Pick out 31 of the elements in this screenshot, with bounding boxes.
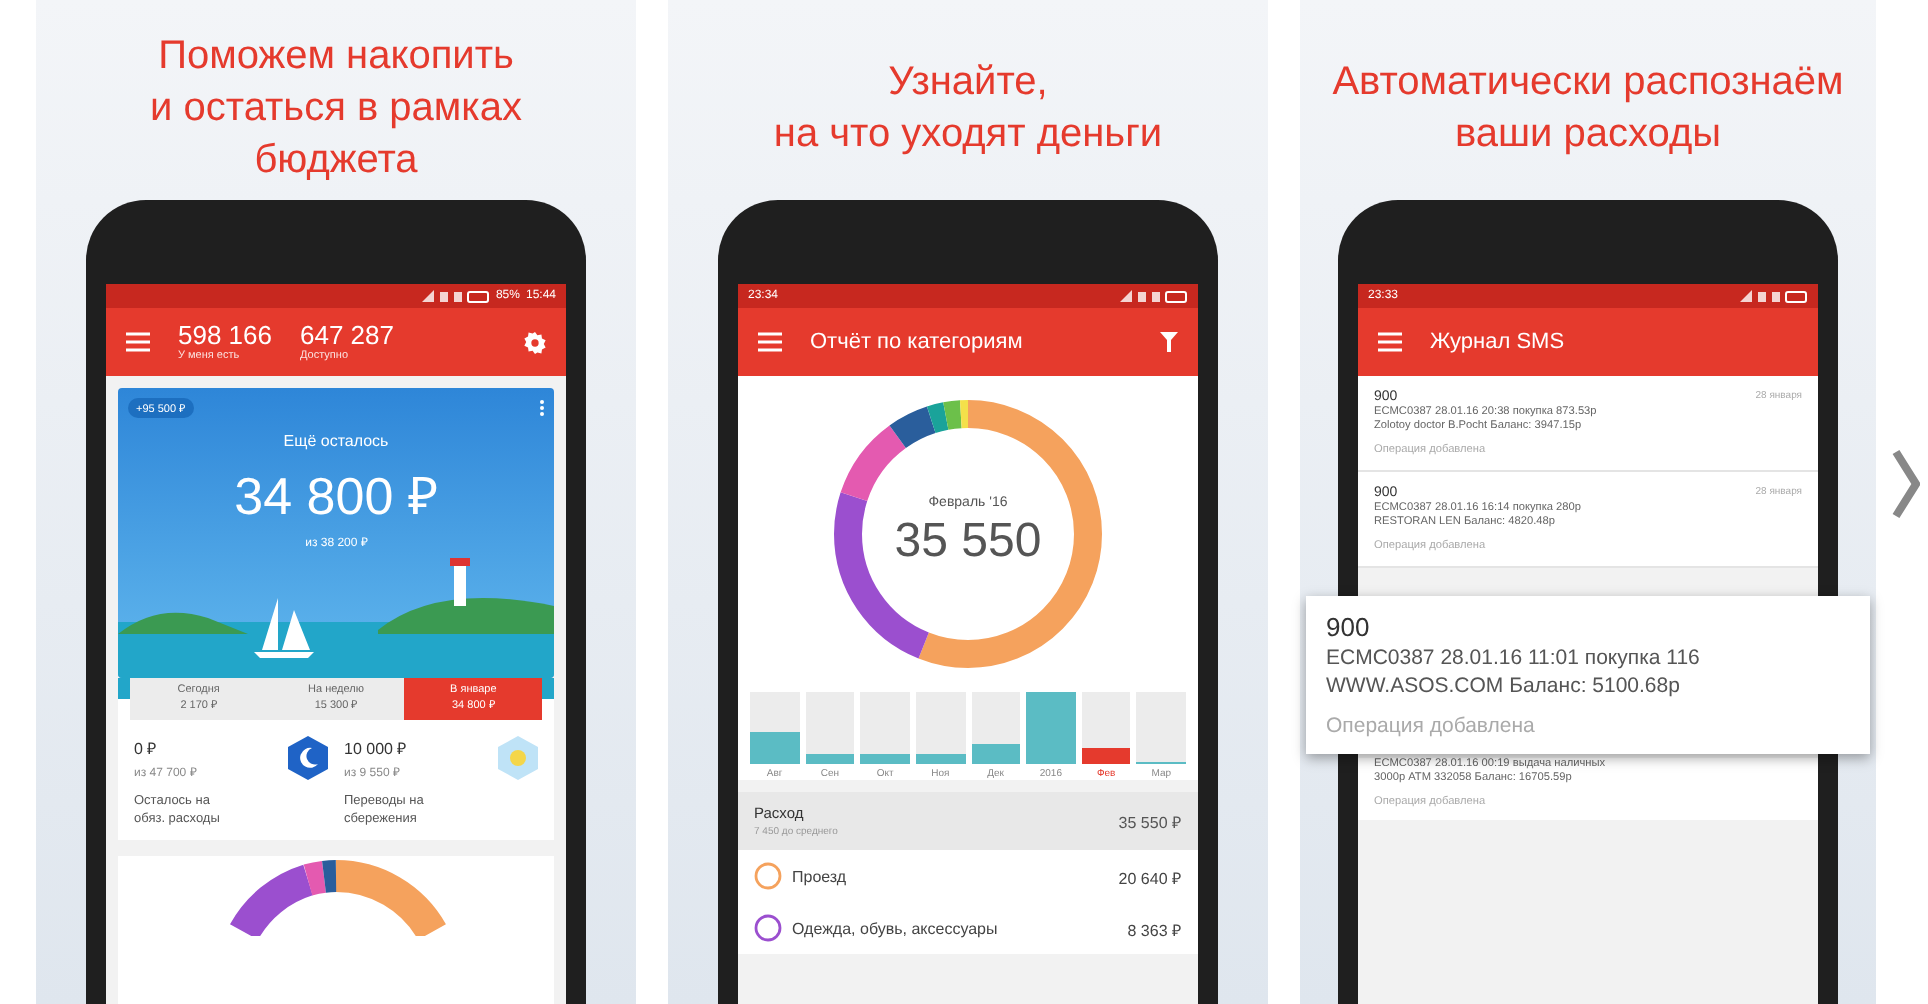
balance-value: 647 287 — [300, 321, 394, 348]
sms-text: WWW.ASOS.COM Баланс: 5100.68р — [1326, 674, 1682, 698]
goal-amount: 0 ₽ — [134, 738, 160, 760]
screen-title: Журнал SMS — [1430, 330, 1567, 354]
menu-icon[interactable] — [758, 332, 782, 352]
category-name[interactable]: Одежда, обувь, аксессуары — [792, 919, 1118, 937]
status-icons — [1120, 289, 1188, 303]
remaining-caption: Ещё осталось — [283, 432, 389, 450]
goal-amount: 10 000 ₽ — [344, 738, 410, 760]
sms-sender: 900 — [1326, 612, 1372, 642]
menu-icon[interactable] — [126, 332, 150, 352]
category-name[interactable]: Проезд — [792, 867, 1109, 885]
promo-headline: Поможем накопить и остаться в рамках бюджета — [150, 32, 522, 186]
sms-status: Операция добавлена — [1326, 714, 1537, 738]
promo-headline: Узнайте, на что уходят деньги — [773, 58, 1163, 160]
category-amount: 20 640 ₽ — [1118, 867, 1182, 887]
total-amount: 35 550 — [892, 514, 1044, 570]
moon-icon — [288, 736, 328, 781]
sms-text: ECMC0387 28.01.16 11:01 покупка 116 — [1326, 646, 1702, 670]
menu-icon[interactable] — [1378, 332, 1402, 352]
filter-icon[interactable] — [1160, 332, 1178, 352]
status-icons — [1740, 289, 1808, 303]
settings-icon[interactable] — [524, 331, 546, 353]
summary-amount: 35 550 ₽ — [1118, 812, 1182, 832]
status-icons — [421, 289, 490, 303]
balance-value: 598 166 — [178, 321, 272, 348]
remaining-amount: 34 800 ₽ — [234, 464, 438, 530]
screen-title: Отчёт по категориям — [810, 330, 1025, 354]
sun-icon — [498, 736, 538, 781]
promo-headline: Автоматически распознаём ваши расходы — [1332, 58, 1844, 160]
category-amount: 8 363 ₽ — [1127, 919, 1182, 939]
